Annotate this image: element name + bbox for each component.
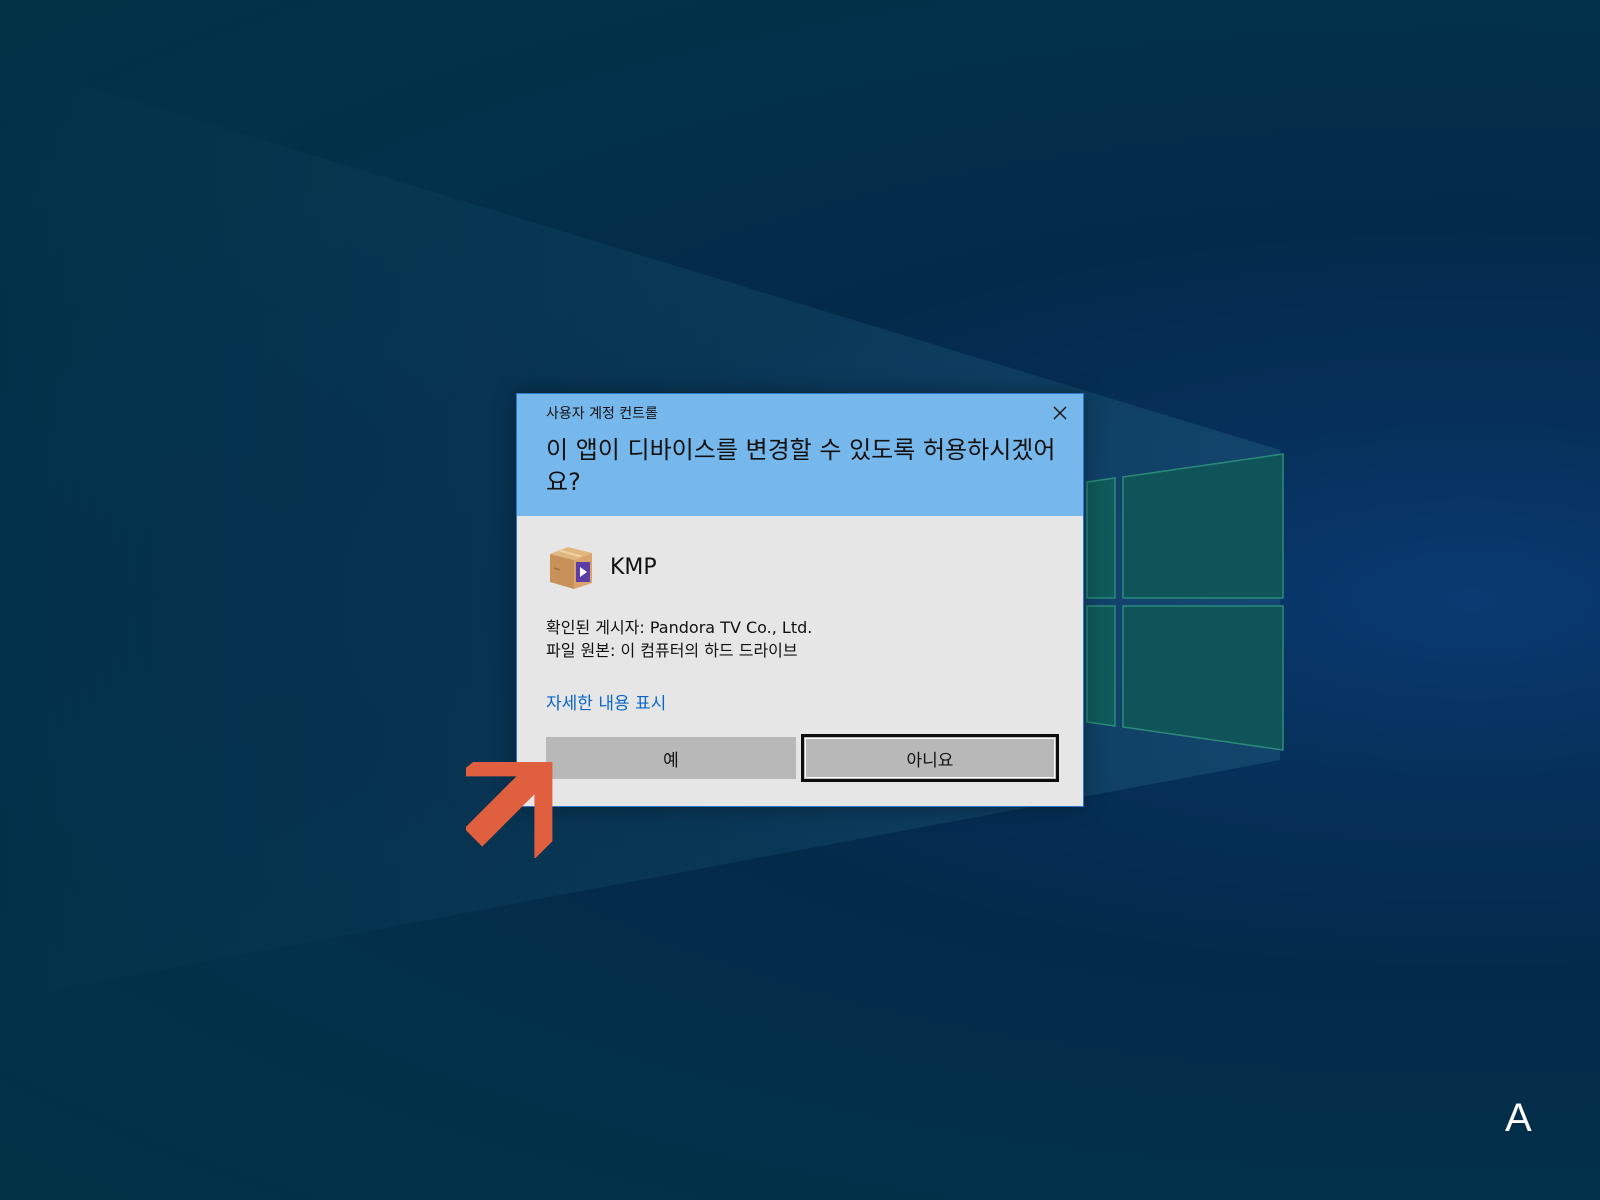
arrow-up-right-icon xyxy=(466,762,553,858)
dialog-header: 사용자 계정 컨트롤 이 앱이 디바이스를 변경할 수 있도록 허용하시겠어요? xyxy=(517,394,1083,516)
publisher-info: 확인된 게시자: Pandora TV Co., Ltd. 파일 원본: 이 컴… xyxy=(546,616,812,662)
uac-dialog: 사용자 계정 컨트롤 이 앱이 디바이스를 변경할 수 있도록 허용하시겠어요?… xyxy=(516,393,1084,807)
dialog-question: 이 앱이 디바이스를 변경할 수 있도록 허용하시겠어요? xyxy=(546,436,1056,496)
package-icon xyxy=(550,547,592,589)
app-row: KMP xyxy=(546,542,657,592)
yes-button[interactable]: 예 xyxy=(546,737,796,779)
show-details-link[interactable]: 자세한 내용 표시 xyxy=(546,689,666,714)
close-button[interactable] xyxy=(1045,398,1075,428)
windows-logo-icon xyxy=(1086,453,1284,751)
no-button[interactable]: 아니요 xyxy=(801,734,1059,782)
origin-line: 파일 원본: 이 컴퓨터의 하드 드라이브 xyxy=(546,641,798,660)
corner-label: A xyxy=(1505,1096,1532,1140)
close-icon xyxy=(1053,406,1067,420)
dialog-caption: 사용자 계정 컨트롤 xyxy=(546,406,658,422)
publisher-line: 확인된 게시자: Pandora TV Co., Ltd. xyxy=(546,618,813,637)
app-name: KMP xyxy=(610,554,657,580)
